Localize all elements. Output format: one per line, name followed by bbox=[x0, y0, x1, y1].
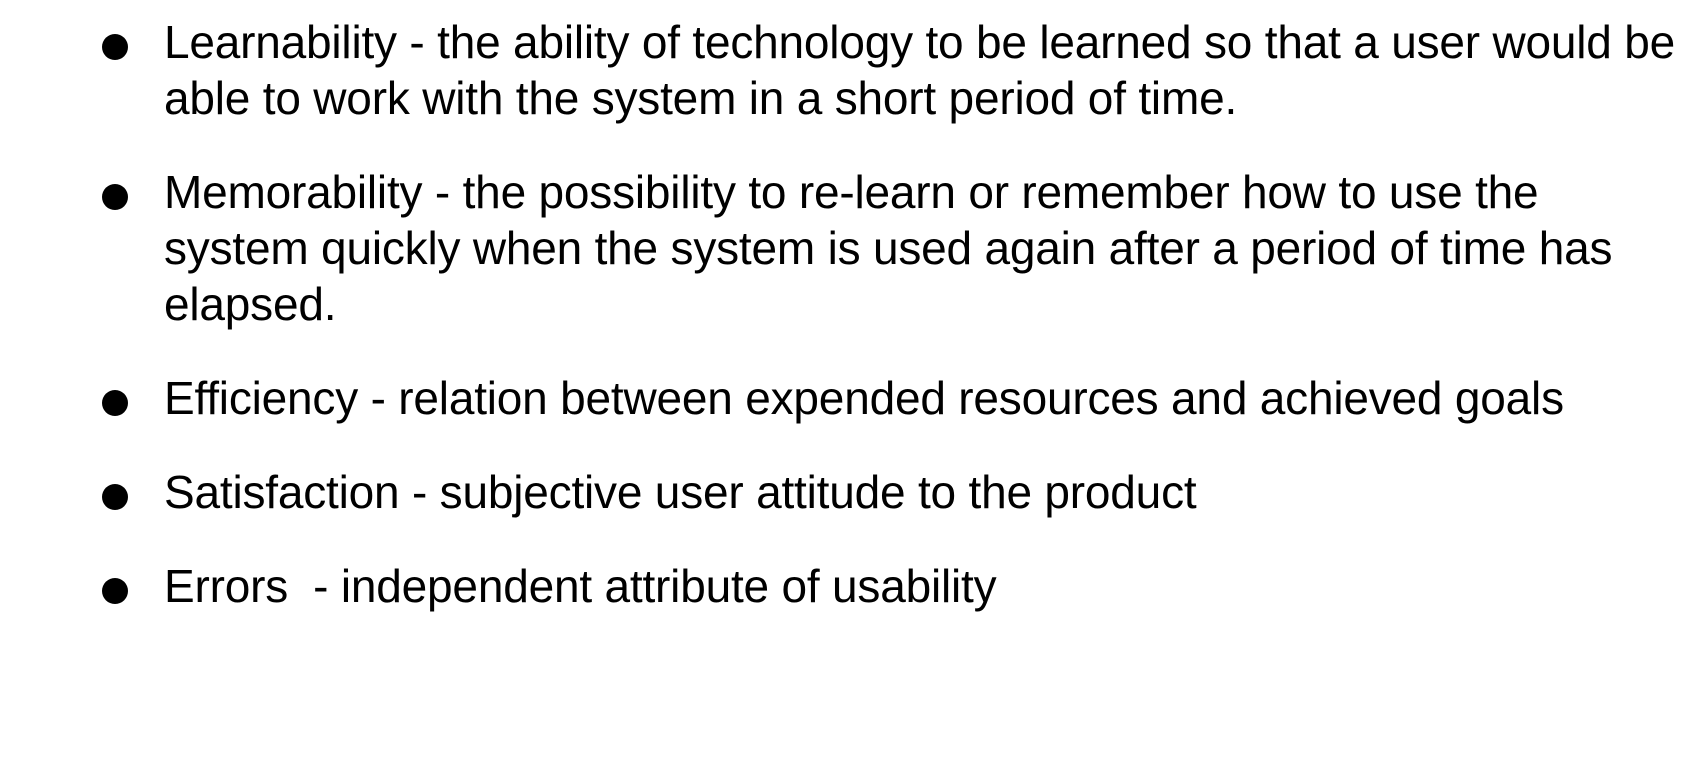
slide: Learnability - the ability of technology… bbox=[0, 0, 1688, 768]
bullet-dot-icon bbox=[102, 34, 128, 60]
bullet-text: Learnability - the ability of technology… bbox=[164, 16, 1688, 124]
bullet-text: Errors - independent attribute of usabil… bbox=[164, 560, 997, 612]
bullet-dot-icon bbox=[102, 484, 128, 510]
bullet-dot-icon bbox=[102, 184, 128, 210]
bullet-item-satisfaction: Satisfaction - subjective user attitude … bbox=[96, 464, 1676, 520]
bullet-item-efficiency: Efficiency - relation between expended r… bbox=[96, 370, 1676, 426]
bullet-text: Efficiency - relation between expended r… bbox=[164, 372, 1564, 424]
bullet-item-memorability: Memorability - the possibility to re-lea… bbox=[96, 164, 1676, 332]
bullet-text: Memorability - the possibility to re-lea… bbox=[164, 166, 1625, 330]
bullet-list: Learnability - the ability of technology… bbox=[96, 14, 1676, 614]
bullet-item-learnability: Learnability - the ability of technology… bbox=[96, 14, 1676, 126]
bullet-item-errors: Errors - independent attribute of usabil… bbox=[96, 558, 1676, 614]
bullet-dot-icon bbox=[102, 390, 128, 416]
bullet-dot-icon bbox=[102, 578, 128, 604]
bullet-text: Satisfaction - subjective user attitude … bbox=[164, 466, 1197, 518]
